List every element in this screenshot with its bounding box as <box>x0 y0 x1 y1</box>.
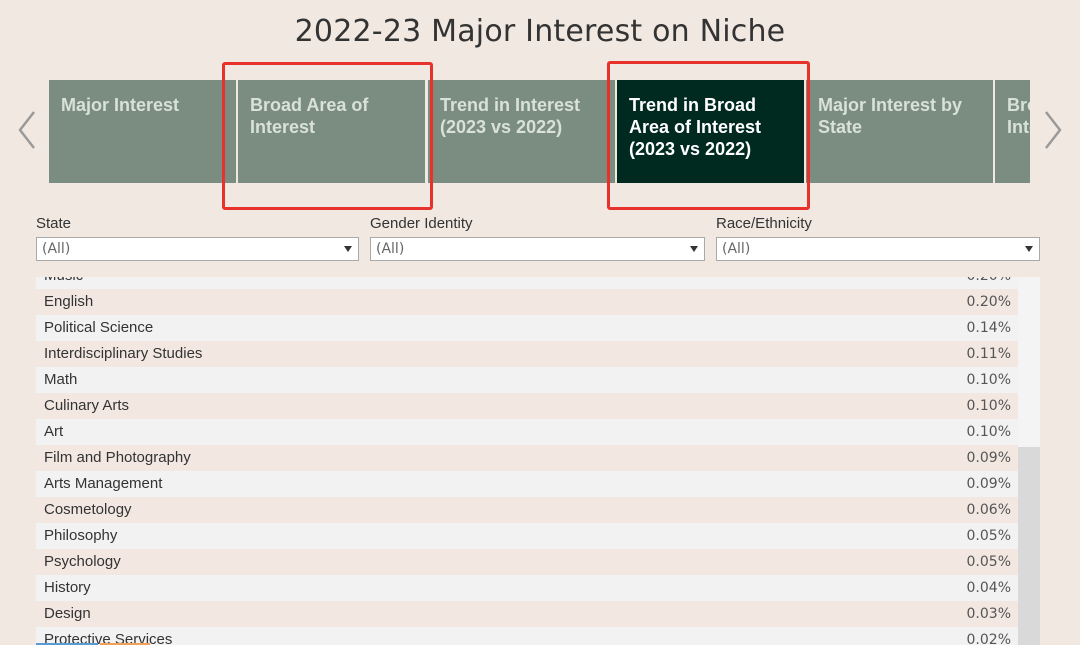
state-dropdown-value: (All) <box>42 241 71 257</box>
major-name: Music <box>44 277 83 289</box>
table-row[interactable]: Psychology 0.05% <box>36 549 1018 575</box>
chevron-right-icon <box>1045 111 1062 149</box>
major-name: Psychology <box>44 553 121 570</box>
major-name: Math <box>44 371 78 388</box>
table-scrollbar[interactable] <box>1018 277 1040 645</box>
table-row[interactable]: Protective Services 0.02% <box>36 627 1018 645</box>
tab-broad-area-of-interest[interactable]: Broad Area of Interest <box>238 80 425 183</box>
major-name: Philosophy <box>44 527 118 544</box>
state-dropdown[interactable]: (All) <box>36 237 359 261</box>
major-percent: 0.06% <box>966 502 1011 518</box>
table-row[interactable]: Art 0.10% <box>36 419 1018 445</box>
major-name: Art <box>44 423 64 440</box>
gender-identity-dropdown-value: (All) <box>376 241 405 257</box>
next-tab-arrow[interactable] <box>1040 108 1066 152</box>
major-percent: 0.11% <box>966 346 1011 362</box>
major-percent: 0.10% <box>966 398 1011 414</box>
gender-identity-filter: Gender Identity (All) <box>370 214 705 261</box>
tab-major-interest[interactable]: Major Interest <box>49 80 236 183</box>
major-percent: 0.20% <box>967 277 1011 289</box>
caret-down-icon <box>1025 246 1033 252</box>
table-row[interactable]: Arts Management 0.09% <box>36 471 1018 497</box>
table-row[interactable]: Political Science 0.14% <box>36 315 1018 341</box>
major-percent: 0.09% <box>966 450 1011 466</box>
major-interest-table: Music 0.20% English 0.20% Political Scie… <box>36 277 1018 645</box>
tab-label: Trend in Broad Area of Interest (2023 vs… <box>629 95 762 159</box>
chevron-left-icon <box>18 111 35 149</box>
tab-broad-area-of-interest-by-state[interactable]: Broad Area of Interest by State <box>995 80 1030 183</box>
table-row[interactable]: Design 0.03% <box>36 601 1018 627</box>
tab-label: Major Interest <box>61 95 180 115</box>
tab-label: Trend in Interest (2023 vs 2022) <box>440 95 581 137</box>
page-title: 2022-23 Major Interest on Niche <box>294 14 786 49</box>
caret-down-icon <box>690 246 698 252</box>
gender-identity-dropdown[interactable]: (All) <box>370 237 705 261</box>
major-percent: 0.04% <box>966 580 1011 596</box>
table-row[interactable]: Math 0.10% <box>36 367 1018 393</box>
race-ethnicity-filter: Race/Ethnicity (All) <box>716 214 1040 261</box>
table-row[interactable]: English 0.20% <box>36 289 1018 315</box>
race-ethnicity-dropdown[interactable]: (All) <box>716 237 1040 261</box>
tab-major-interest-by-state[interactable]: Major Interest by State <box>806 80 993 183</box>
tab-trend-in-broad-area-of-interest[interactable]: Trend in Broad Area of Interest (2023 vs… <box>617 80 804 183</box>
tab-label: Broad Area of Interest <box>250 95 369 137</box>
major-percent: 0.02% <box>966 632 1011 645</box>
major-name: Culinary Arts <box>44 397 130 414</box>
caret-down-icon <box>344 246 352 252</box>
table-row[interactable]: Cosmetology 0.06% <box>36 497 1018 523</box>
major-percent: 0.10% <box>966 372 1011 388</box>
race-ethnicity-filter-label: Race/Ethnicity <box>716 215 812 232</box>
major-percent: 0.03% <box>966 606 1011 622</box>
major-name: Cosmetology <box>44 501 132 518</box>
table-row[interactable]: Film and Photography 0.09% <box>36 445 1018 471</box>
scrollbar-thumb[interactable] <box>1018 447 1040 645</box>
table-body: Music 0.20% English 0.20% Political Scie… <box>36 277 1018 645</box>
major-name: Political Science <box>44 319 154 336</box>
table-row[interactable]: History 0.04% <box>36 575 1018 601</box>
major-name: Design <box>44 605 91 622</box>
major-name: Arts Management <box>44 475 163 492</box>
major-percent: 0.09% <box>966 476 1011 492</box>
state-filter: State (All) <box>36 214 359 261</box>
gender-identity-filter-label: Gender Identity <box>370 215 473 232</box>
table-row[interactable]: Culinary Arts 0.10% <box>36 393 1018 419</box>
major-percent: 0.10% <box>966 424 1011 440</box>
previous-tab-arrow[interactable] <box>14 108 40 152</box>
major-percent: 0.14% <box>966 320 1011 336</box>
table-row[interactable]: Music 0.20% <box>36 277 1018 289</box>
major-percent: 0.05% <box>966 528 1011 544</box>
tab-label: Broad Area of Interest by State <box>1007 95 1030 137</box>
major-name: History <box>44 579 91 596</box>
table-row[interactable]: Philosophy 0.05% <box>36 523 1018 549</box>
table-row[interactable]: Interdisciplinary Studies 0.11% <box>36 341 1018 367</box>
state-filter-label: State <box>36 215 72 232</box>
major-percent: 0.05% <box>966 554 1011 570</box>
major-percent: 0.20% <box>966 294 1011 310</box>
major-name: English <box>44 293 94 310</box>
race-ethnicity-dropdown-value: (All) <box>722 241 751 257</box>
tab-trend-in-interest[interactable]: Trend in Interest (2023 vs 2022) <box>428 80 615 183</box>
tab-strip: Major Interest Broad Area of Interest Tr… <box>49 80 1030 183</box>
major-name: Interdisciplinary Studies <box>44 345 203 362</box>
tab-label: Major Interest by State <box>818 95 963 137</box>
major-name: Film and Photography <box>44 449 191 466</box>
